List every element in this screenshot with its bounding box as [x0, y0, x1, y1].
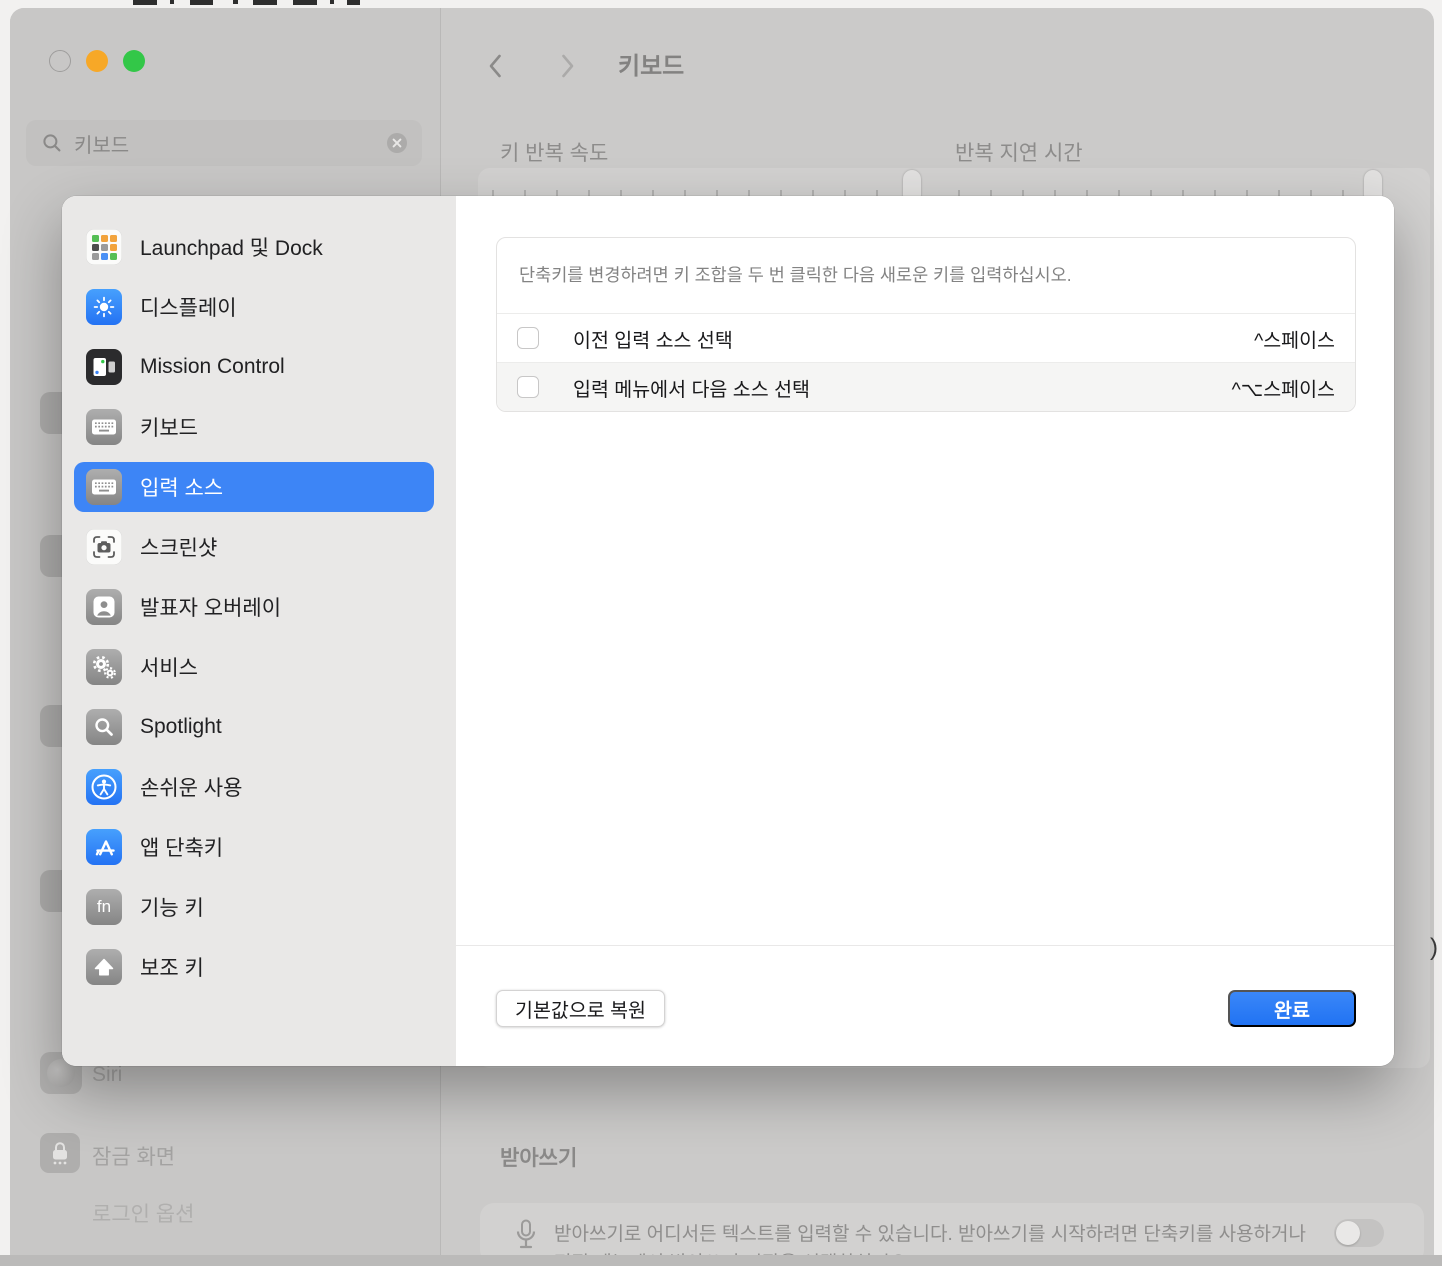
presenter-overlay-icon: [86, 589, 122, 625]
sidebar-item-siri[interactable]: Siri: [92, 1063, 122, 1087]
screen: Siri 잠금 화면 로그인 옵션 키보드 키 반복 속도 반복 지연 시간 받…: [0, 0, 1442, 1266]
search-field[interactable]: [26, 120, 422, 166]
sidebar-item-keyboard[interactable]: 키보드: [74, 402, 434, 452]
screenshot-icon: [86, 529, 122, 565]
restore-defaults-button[interactable]: 기본값으로 복원: [496, 990, 665, 1027]
back-button[interactable]: [487, 52, 503, 80]
sidebar-item-accessibility[interactable]: 손쉬운 사용: [74, 762, 434, 812]
zoom-button[interactable]: [123, 50, 145, 72]
page-title: 키보드: [618, 46, 684, 81]
modifier-keys-icon: [86, 949, 122, 985]
sidebar-item-input-sources[interactable]: 입력 소스: [74, 462, 434, 512]
accessibility-icon: [86, 769, 122, 805]
sidebar-item-mission-control[interactable]: Mission Control: [74, 342, 434, 392]
sidebar-item-function-keys[interactable]: fn 기능 키: [74, 882, 434, 932]
shortcuts-sidebar: Launchpad 및 Dock 디스플레이 Mission Control 키…: [62, 196, 456, 1066]
dictation-card: 받아쓰기로 어디서든 텍스트를 입력할 수 있습니다. 받아쓰기를 시작하려면 …: [480, 1203, 1424, 1256]
sidebar-item-app-shortcuts[interactable]: 앱 단축키: [74, 822, 434, 872]
forward-button[interactable]: [560, 52, 576, 80]
dictation-title: 받아쓰기: [500, 1142, 577, 1172]
window-bottom-edge: [0, 1255, 1442, 1266]
sidebar-item-presenter-overlay[interactable]: 발표자 오버레이: [74, 582, 434, 632]
display-icon: [86, 289, 122, 325]
shortcut-key-combo[interactable]: ^⌥스페이스: [1232, 373, 1335, 402]
shortcuts-content: 단축키를 변경하려면 키 조합을 두 번 클릭한 다음 새로운 키를 입력하십시…: [456, 196, 1394, 1066]
shortcut-key-combo[interactable]: ^스페이스: [1254, 324, 1335, 353]
sidebar-item-launchpad-dock[interactable]: Launchpad 및 Dock: [74, 222, 434, 272]
shortcut-checkbox[interactable]: [517, 376, 539, 398]
shortcuts-instruction: 단축키를 변경하려면 키 조합을 두 번 클릭한 다음 새로운 키를 입력하십시…: [497, 238, 1355, 313]
stray-character: ): [1430, 934, 1438, 962]
repeat-delay-label: 반복 지연 시간: [955, 137, 1083, 167]
key-repeat-label: 키 반복 속도: [500, 137, 608, 167]
footer-divider: [456, 945, 1394, 946]
sidebar-item-spotlight[interactable]: Spotlight: [74, 702, 434, 752]
launchpad-dock-icon: [86, 229, 122, 265]
clear-search-icon[interactable]: [386, 132, 408, 154]
shortcut-row-previous-input-source[interactable]: 이전 입력 소스 선택 ^스페이스: [497, 313, 1355, 362]
input-sources-icon: [86, 469, 122, 505]
sidebar-item-login-options[interactable]: 로그인 옵션: [92, 1198, 194, 1228]
sidebar-item-services[interactable]: 서비스: [74, 642, 434, 692]
shortcuts-panel: 단축키를 변경하려면 키 조합을 두 번 클릭한 다음 새로운 키를 입력하십시…: [496, 237, 1356, 412]
close-button[interactable]: [49, 50, 71, 72]
sidebar-item-display[interactable]: 디스플레이: [74, 282, 434, 332]
search-input[interactable]: [72, 131, 386, 156]
shortcut-row-next-input-source[interactable]: 입력 메뉴에서 다음 소스 선택 ^⌥스페이스: [497, 362, 1355, 411]
minimize-button[interactable]: [86, 50, 108, 72]
sidebar-item-screenshot[interactable]: 스크린샷: [74, 522, 434, 572]
app-shortcuts-icon: [86, 829, 122, 865]
dictation-toggle[interactable]: [1334, 1219, 1384, 1247]
keyboard-icon: [86, 409, 122, 445]
services-icon: [86, 649, 122, 685]
mission-control-icon: [86, 349, 122, 385]
shortcut-checkbox[interactable]: [517, 327, 539, 349]
done-button[interactable]: 완료: [1228, 990, 1356, 1027]
function-keys-icon: fn: [86, 889, 122, 925]
spotlight-icon: [86, 709, 122, 745]
dictation-description-line1: 받아쓰기로 어디서든 텍스트를 입력할 수 있습니다. 받아쓰기를 시작하려면 …: [554, 1219, 1306, 1246]
microphone-icon: [514, 1219, 538, 1256]
lock-screen-icon: [40, 1133, 80, 1173]
keyboard-shortcuts-dialog: Launchpad 및 Dock 디스플레이 Mission Control 키…: [62, 196, 1394, 1066]
sidebar-item-modifier-keys[interactable]: 보조 키: [74, 942, 434, 992]
sidebar-item-lock-screen[interactable]: 잠금 화면: [92, 1141, 175, 1171]
search-icon: [42, 133, 62, 153]
